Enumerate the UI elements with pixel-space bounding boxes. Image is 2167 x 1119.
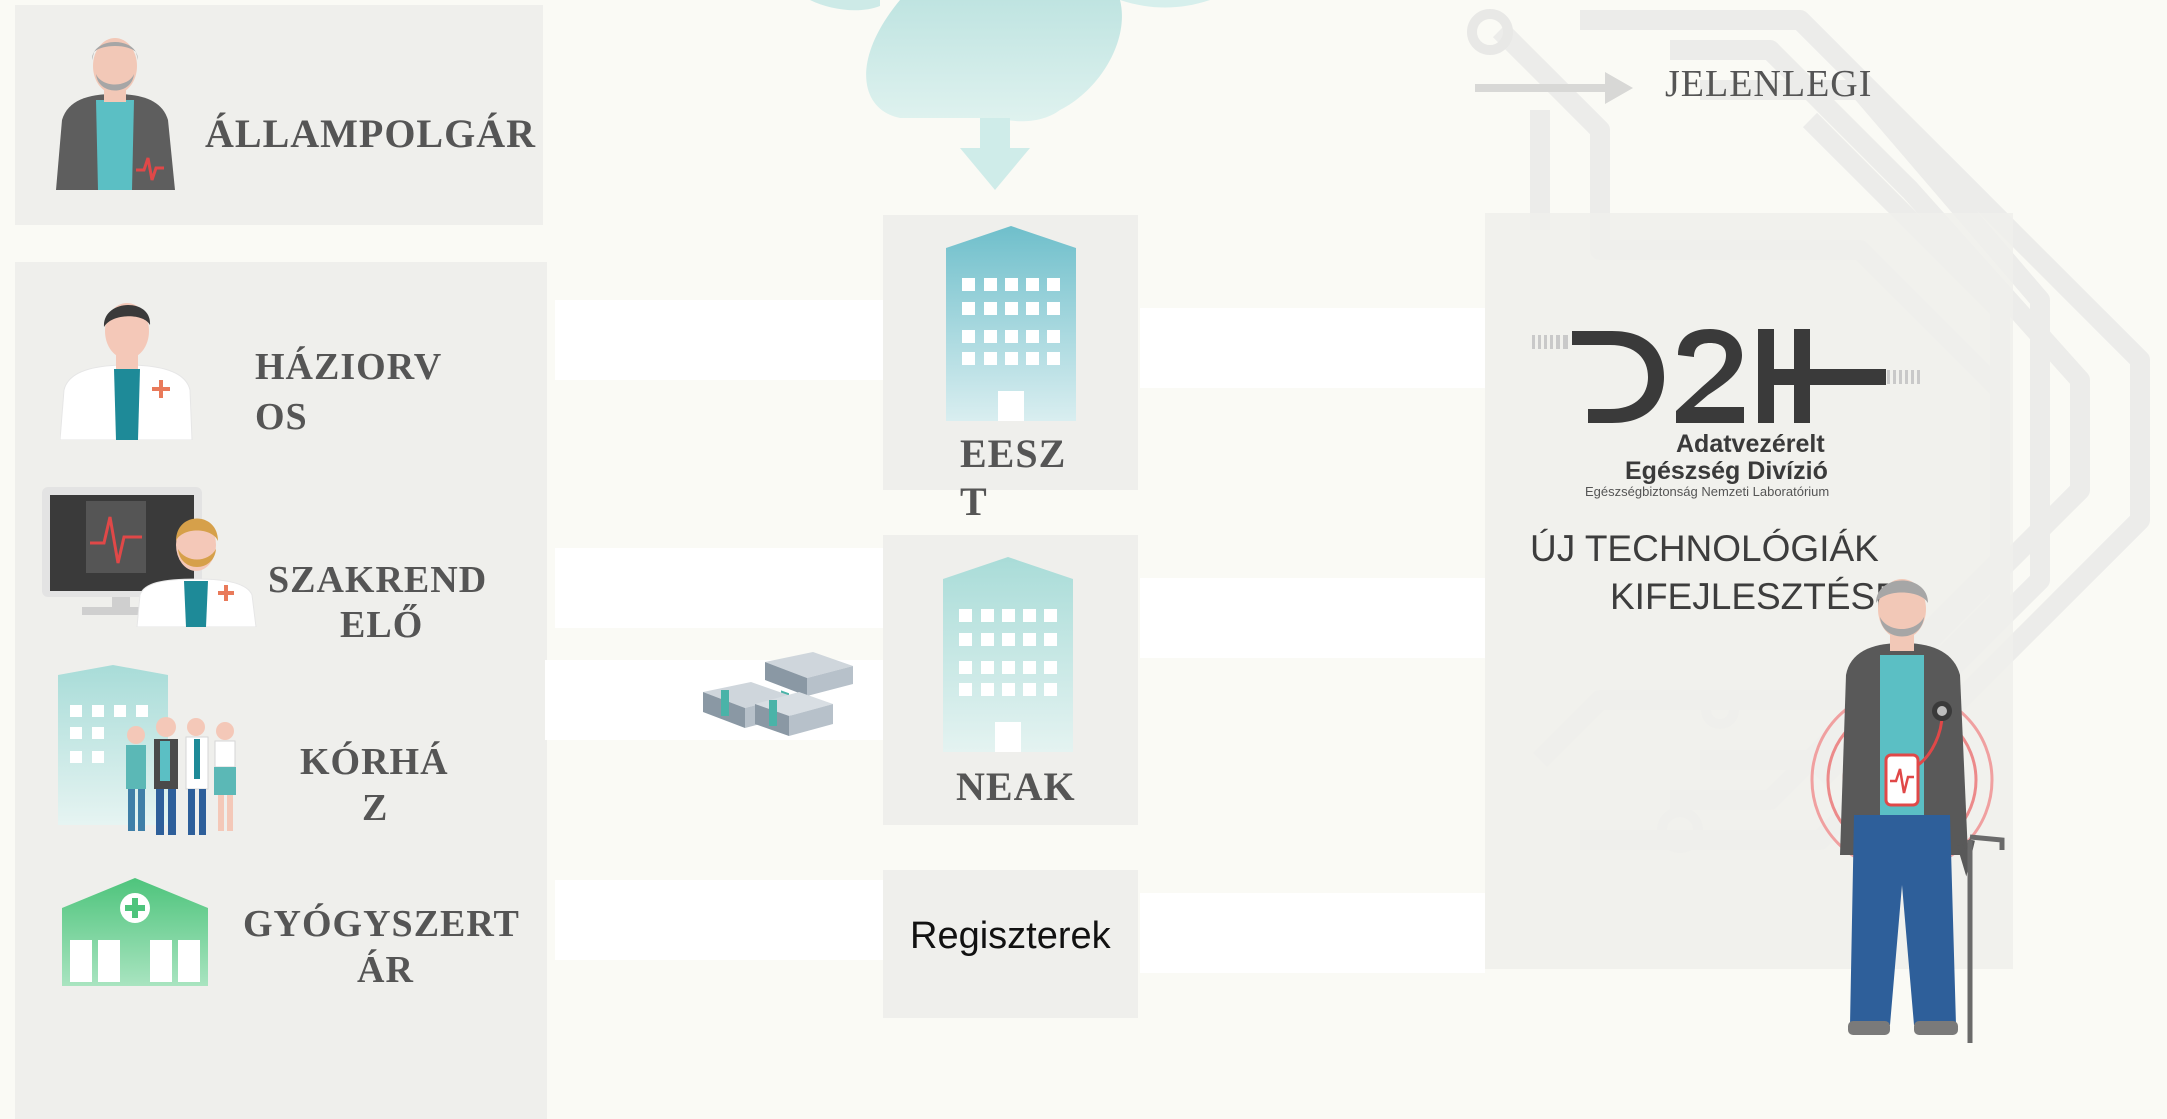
pharmacy-label-line1: GYÓGYSZERT (243, 903, 520, 945)
pharmacy-icon (62, 878, 208, 986)
hospital-label-line1: KÓRHÁ (300, 741, 449, 783)
current-label: JELENLEGI (1665, 63, 1873, 105)
connector-band-neak-right (1140, 578, 1485, 658)
specialist-label-line2: ELŐ (340, 604, 424, 646)
new-tech-label-line1: ÚJ TECHNOLÓGIÁK (1530, 528, 1879, 569)
eeszt-label-line2: T (960, 479, 988, 524)
logo-subtitle-line3: Egészségbiztonság Nemzeti Laboratórium (1585, 484, 1830, 499)
logo-subtitle-line1: Adatvezérelt (1676, 430, 1825, 458)
monitor-doctor-icon (42, 487, 257, 627)
connector-band-pharmacy-left (555, 880, 885, 960)
registers-label: Regiszterek (910, 915, 1111, 957)
pharmacy-label-line2: ÁR (357, 949, 414, 991)
citizen-avatar-icon (56, 38, 175, 190)
eeszt-label-line1: EESZ (960, 431, 1067, 476)
neak-label: NEAK (956, 764, 1076, 809)
hospital-people-icon (58, 665, 236, 835)
d2h-logo (1532, 329, 1920, 423)
citizen-label: ÁLLAMPOLGÁR (205, 111, 536, 156)
hospital-label-line2: Z (362, 787, 389, 829)
connector-band-registers-right (1140, 893, 1485, 973)
gp-label-line1: HÁZIORV (255, 346, 443, 388)
building-icon (946, 226, 1076, 421)
logo-subtitle-line2: Egészség Divízió (1625, 457, 1828, 485)
elderly-man-monitor-icon (1810, 579, 2005, 1043)
arrow-right-icon (1475, 72, 1633, 104)
connector-band-specialist-left (555, 548, 885, 628)
gp-label-line2: OS (255, 396, 308, 438)
specialist-label-line1: SZAKREND (268, 559, 488, 601)
doctor-icon (60, 303, 193, 440)
building-icon (943, 557, 1073, 752)
cloud-icon (810, 0, 1210, 190)
money-stack-icon (703, 652, 853, 736)
connector-band-eeszt-right (1140, 308, 1485, 388)
connector-band-gp-left (555, 300, 885, 380)
